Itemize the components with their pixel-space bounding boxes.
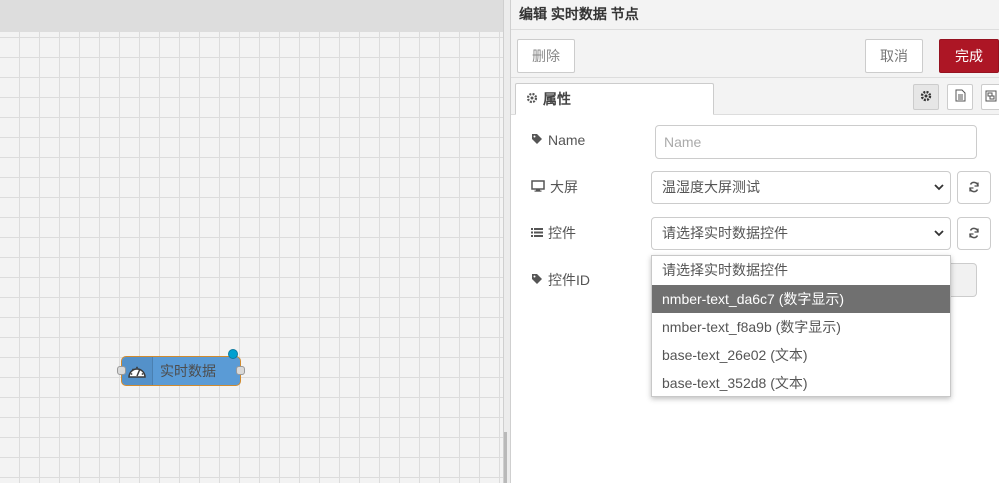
node-changed-indicator: [228, 349, 238, 359]
name-label: Name: [531, 132, 585, 148]
tab-properties[interactable]: 属性: [515, 83, 714, 115]
gear-icon: [920, 89, 932, 105]
cancel-button[interactable]: 取消: [865, 39, 923, 73]
refresh-icon: [968, 226, 980, 242]
control-label-text: 控件: [548, 225, 576, 241]
workspace-grid[interactable]: [0, 32, 503, 483]
tab-description-button[interactable]: [947, 84, 973, 110]
edit-tray: 编辑 实时数据 节点 删除 取消 完成 属性 Name Name 大屏 温湿度大…: [511, 0, 999, 483]
tab-appearance-button[interactable]: [981, 84, 999, 110]
node-input-port[interactable]: [117, 366, 126, 375]
file-text-icon: [955, 89, 966, 105]
control-label: 控件: [531, 223, 576, 243]
panel-divider[interactable]: [503, 0, 511, 483]
tray-title: 编辑 实时数据 节点: [519, 6, 639, 22]
node-output-port[interactable]: [236, 366, 245, 375]
flow-workspace[interactable]: 实时数据: [0, 0, 505, 483]
list-icon: [531, 225, 543, 241]
screen-label: 大屏: [531, 177, 578, 197]
gear-icon: [526, 91, 538, 107]
desktop-icon: [531, 179, 545, 195]
tag-icon: [531, 132, 543, 148]
delete-button[interactable]: 删除: [517, 39, 575, 73]
chevron-down-icon: [934, 218, 944, 260]
node-label: 实时数据: [160, 363, 216, 379]
tag-icon: [531, 272, 543, 288]
screen-select[interactable]: 温湿度大屏测试: [651, 171, 951, 204]
screen-label-text: 大屏: [550, 179, 578, 195]
dropdown-option-highlighted[interactable]: nmber-text_da6c7 (数字显示): [652, 285, 950, 313]
tray-toolbar: 删除 取消 完成: [511, 30, 999, 78]
dropdown-option[interactable]: base-text_352d8 (文本): [652, 369, 950, 397]
realtime-data-node[interactable]: 实时数据: [117, 349, 245, 386]
control-id-label-text: 控件ID: [548, 272, 590, 288]
name-label-text: Name: [548, 132, 586, 148]
dropdown-option[interactable]: nmber-text_f8a9b (数字显示): [652, 313, 950, 341]
control-refresh-button[interactable]: [957, 217, 991, 250]
screen-select-value: 温湿度大屏测试: [662, 179, 760, 195]
control-id-label: 控件ID: [531, 270, 590, 290]
tab-settings-button[interactable]: [913, 84, 939, 110]
control-dropdown-list: 请选择实时数据控件 nmber-text_da6c7 (数字显示) nmber-…: [651, 255, 951, 397]
chevron-down-icon: [934, 172, 944, 214]
screen-refresh-button[interactable]: [957, 171, 991, 204]
done-button[interactable]: 完成: [939, 39, 999, 73]
gauge-icon: [122, 357, 153, 385]
object-group-icon: [985, 89, 997, 105]
refresh-icon: [968, 180, 980, 196]
workspace-scrollbar[interactable]: [504, 432, 507, 483]
tray-header: 编辑 实时数据 节点: [511, 0, 999, 30]
control-select-value: 请选择实时数据控件: [662, 225, 788, 241]
name-input[interactable]: [655, 125, 977, 159]
tab-bar: 属性: [511, 78, 999, 115]
tab-properties-label: 属性: [543, 91, 571, 107]
dropdown-option[interactable]: base-text_26e02 (文本): [652, 341, 950, 369]
dropdown-option[interactable]: 请选择实时数据控件: [652, 256, 950, 285]
control-select[interactable]: 请选择实时数据控件: [651, 217, 951, 250]
